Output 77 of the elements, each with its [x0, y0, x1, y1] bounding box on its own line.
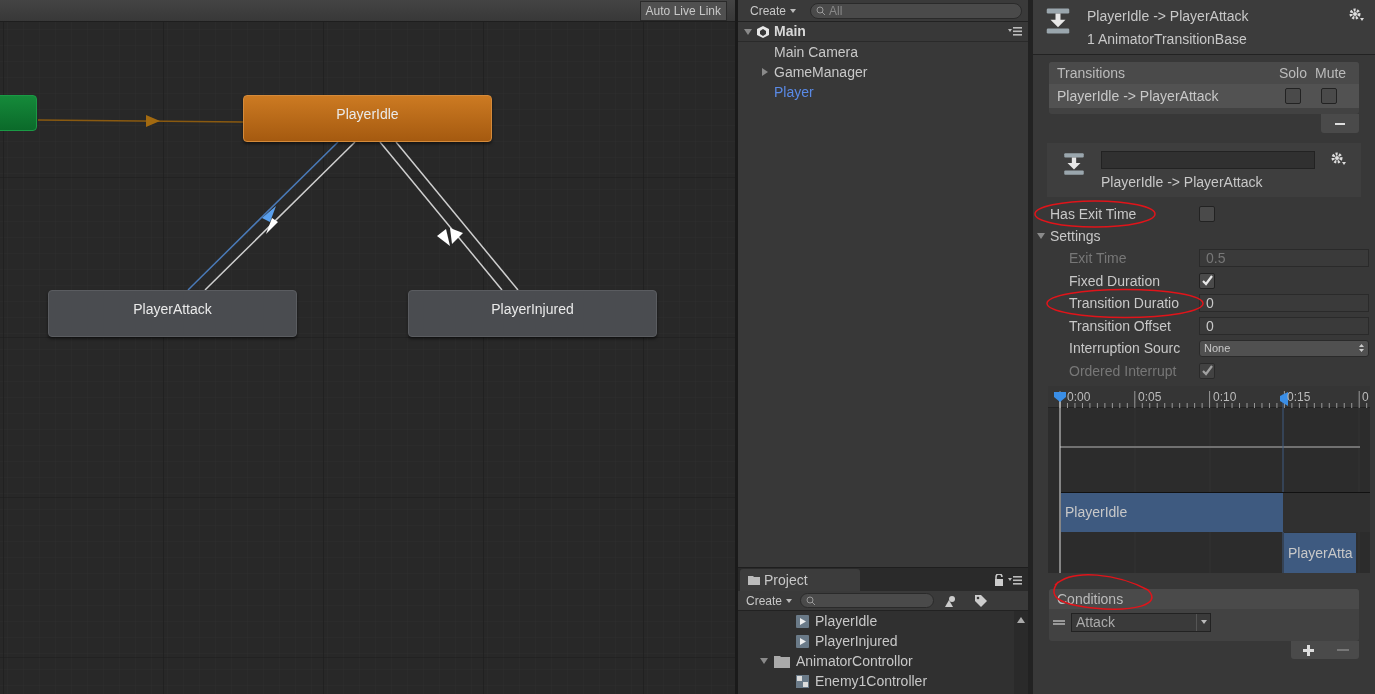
- project-item[interactable]: Enemy1Controller: [738, 671, 1014, 691]
- animation-clip-icon: [796, 634, 809, 648]
- transition-handle-icon[interactable]: [1280, 392, 1288, 406]
- field-label: Fixed Duration: [1069, 272, 1161, 289]
- conditions-header: Conditions: [1049, 589, 1359, 609]
- solo-checkbox[interactable]: [1285, 88, 1301, 104]
- folder-icon: [748, 575, 760, 585]
- caret-icon: [1200, 620, 1207, 624]
- expand-triangle-icon[interactable]: [760, 658, 768, 664]
- field-label: Transition Duratio: [1069, 295, 1179, 312]
- time-tick-label: 0:10: [1213, 389, 1237, 406]
- time-tick-label: 0: [1362, 389, 1369, 406]
- field-label: Transition Offset: [1069, 317, 1171, 334]
- inspector-title: PlayerIdle -> PlayerAttack: [1087, 7, 1249, 26]
- state-node[interactable]: PlayerAttack: [48, 290, 297, 337]
- transition-name-field[interactable]: [1101, 151, 1315, 169]
- number-field[interactable]: 0: [1199, 316, 1369, 335]
- search-icon: [816, 5, 827, 16]
- add-button[interactable]: [1301, 643, 1316, 657]
- plus-icon: [1303, 644, 1314, 656]
- drag-handle-icon[interactable]: [1053, 619, 1065, 625]
- scene-name[interactable]: Main: [774, 21, 806, 42]
- folder-icon: [774, 654, 790, 668]
- hierarchy-item[interactable]: Main Camera: [738, 42, 1028, 62]
- menu-icon[interactable]: [1008, 27, 1022, 36]
- two-way-transition-drawing[interactable]: [187, 141, 356, 291]
- project-tab[interactable]: Project: [740, 569, 860, 591]
- entry-node[interactable]: [0, 95, 37, 131]
- time-tick-label: 0:00: [1067, 389, 1091, 406]
- playhead-handle-icon[interactable]: [1054, 392, 1066, 402]
- state-node[interactable]: PlayerInjured: [408, 290, 657, 337]
- up-down-arrows-icon: [1359, 344, 1364, 353]
- field-label: Ordered Interrupt: [1069, 362, 1177, 379]
- mute-checkbox[interactable]: [1321, 88, 1337, 104]
- scene-icon: [756, 24, 770, 39]
- parameter-dropdown[interactable]: Attack: [1071, 612, 1211, 632]
- dropdown[interactable]: None: [1199, 339, 1369, 357]
- hierarchy-item[interactable]: GameManager: [738, 62, 1028, 82]
- expand-triangle-icon[interactable]: [762, 68, 768, 76]
- lock-icon[interactable]: [994, 574, 1004, 586]
- caret-icon: [786, 598, 793, 603]
- scrollbar[interactable]: [1014, 611, 1028, 694]
- field-label: Exit Time: [1069, 250, 1127, 267]
- expand-triangle-icon[interactable]: [1037, 233, 1045, 239]
- auto-live-link-button[interactable]: Auto Live Link: [639, 0, 727, 21]
- checkbox[interactable]: [1199, 272, 1215, 289]
- two-way-transition-drawing[interactable]: [379, 141, 519, 291]
- time-tick-label: 0:05: [1138, 389, 1162, 406]
- transition-name: PlayerIdle -> PlayerAttack: [1101, 173, 1264, 192]
- caret-icon: [790, 8, 797, 13]
- animation-clip-icon: [796, 614, 809, 628]
- animator-controller-icon: [796, 674, 809, 688]
- transition-arrow[interactable]: [37, 115, 244, 127]
- field-label: Has Exit Time: [1050, 206, 1137, 222]
- menu-icon[interactable]: [1008, 576, 1022, 585]
- inspector-subtitle: 1 AnimatorTransitionBase: [1087, 30, 1248, 49]
- search-icon: [806, 595, 817, 606]
- checkbox[interactable]: [1199, 206, 1215, 222]
- field-label: Interruption Sourc: [1069, 340, 1181, 357]
- transition-icon: [1061, 151, 1087, 177]
- tag-icon[interactable]: [974, 593, 989, 608]
- transition-row[interactable]: PlayerIdle -> PlayerAttack: [1049, 84, 1359, 108]
- project-item[interactable]: PlayerInjured: [738, 631, 1014, 651]
- project-item[interactable]: PlayerIdle: [738, 611, 1014, 631]
- settings-icon[interactable]: [1331, 152, 1347, 166]
- remove-button[interactable]: [1321, 114, 1359, 133]
- create-dropdown[interactable]: Create: [744, 591, 795, 610]
- clip-bar[interactable]: PlayerIdle: [1061, 492, 1283, 532]
- section-label[interactable]: Settings: [1050, 225, 1101, 247]
- create-dropdown[interactable]: Create: [744, 1, 803, 20]
- project-item[interactable]: AnimatorControllor: [738, 651, 1014, 671]
- search-field[interactable]: [800, 593, 935, 608]
- clip-bar[interactable]: PlayerAtta: [1284, 533, 1356, 573]
- transitions-list-header: Transitions Solo Mute: [1049, 62, 1359, 84]
- search-field[interactable]: All: [810, 2, 1022, 19]
- settings-icon[interactable]: [1349, 8, 1365, 22]
- number-field[interactable]: 0: [1199, 294, 1369, 313]
